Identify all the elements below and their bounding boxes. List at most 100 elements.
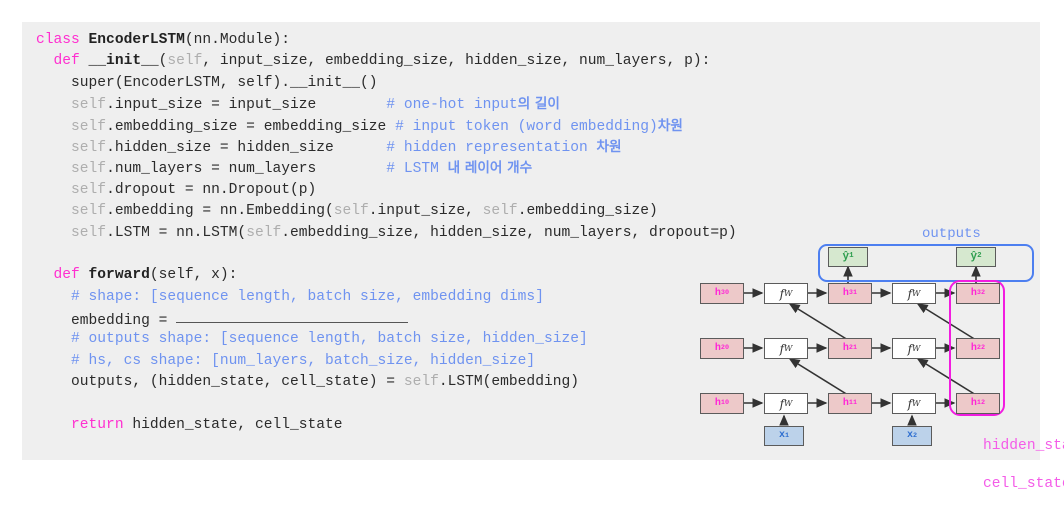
node-sub: 2: [912, 431, 918, 440]
node-label: ŷ: [970, 250, 978, 263]
node-sub: 21: [848, 344, 858, 353]
code-line: super(EncoderLSTM, self).__init__(): [36, 73, 737, 94]
code-token: self: [71, 118, 107, 135]
node-sub: W: [784, 288, 793, 299]
code-token: # hidden representation: [333, 139, 597, 156]
code-line: self.num_layers = num_layers # LSTM 내 레이…: [36, 158, 737, 179]
code-token: self: [482, 203, 518, 220]
code-token: self: [71, 139, 107, 156]
node-sub: 11: [848, 399, 858, 408]
node-h-12: h 12: [956, 393, 1000, 414]
code-blank-field[interactable]: [176, 308, 409, 324]
code-line: self.LSTM = nn.LSTM(self.embedding_size,…: [36, 223, 737, 244]
code-listing[interactable]: class EncoderLSTM(nn.Module): def __init…: [36, 30, 737, 436]
code-token: .embedding_size, hidden_size, num_layers…: [281, 224, 737, 241]
code-token: self: [71, 161, 107, 178]
hidden-state-label: hidden_state cell_state: [948, 418, 1064, 513]
node-fw-1-1: fW: [764, 393, 808, 414]
code-token: self: [71, 181, 107, 198]
node-sub: W: [912, 288, 921, 299]
node-sub: 1: [784, 431, 790, 440]
code-line: return hidden_state, cell_state: [36, 415, 737, 436]
code-token: .input_size,: [368, 203, 483, 220]
code-token: .hidden_size = hidden_size: [106, 139, 334, 156]
code-token: hidden_state, cell_state: [132, 417, 343, 434]
code-token: 차원: [596, 138, 622, 155]
code-line: embedding =: [36, 308, 737, 329]
code-token: self: [71, 97, 107, 114]
node-h-32: h 32: [956, 283, 1000, 304]
code-token: return: [71, 417, 133, 434]
code-token: self: [246, 224, 282, 241]
node-x-2: x2: [892, 426, 932, 446]
code-token: 의 길이: [517, 96, 560, 113]
code-line: self.dropout = nn.Dropout(p): [36, 180, 737, 201]
node-fw-3-1: fW: [764, 283, 808, 304]
code-token: # input token (word embedding): [386, 118, 658, 135]
node-sub: 30: [720, 289, 730, 298]
code-token: .embedding_size): [517, 203, 658, 220]
node-sub: 2: [977, 252, 982, 261]
code-line: [36, 394, 737, 415]
code-token: def: [53, 267, 89, 284]
node-yhat-1: ŷ1: [828, 247, 868, 267]
node-fw-2-2: fW: [892, 338, 936, 359]
node-h-11: h 11: [828, 393, 872, 414]
outputs-label: outputs: [922, 226, 981, 242]
code-token: 내 레이어 개수: [447, 160, 533, 177]
code-token: # outputs shape: [sequence length, batch…: [36, 331, 588, 348]
lstm-diagram: outputs hidden_state cell_state ŷ1 ŷ2 h3…: [690, 226, 1064, 492]
node-sub: 1: [849, 252, 854, 261]
code-token: .LSTM(embedding): [438, 374, 579, 391]
code-token: def: [53, 53, 89, 70]
node-sub: W: [912, 343, 921, 354]
code-line: def __init__(self, input_size, embedding…: [36, 51, 737, 72]
code-token: (nn.Module):: [184, 32, 290, 48]
hidden-state-text: hidden_state: [983, 438, 1064, 454]
code-token: (self, x):: [149, 267, 238, 284]
node-sub: 10: [720, 399, 730, 408]
code-token: .embedding_size = embedding_size: [106, 118, 387, 135]
code-token: self: [71, 224, 107, 241]
node-h-21: h 21: [828, 338, 872, 359]
node-sub: W: [784, 343, 793, 354]
node-sub: W: [784, 398, 793, 409]
code-token: self: [403, 374, 439, 391]
code-line: self.embedding_size = embedding_size # i…: [36, 116, 737, 137]
code-token: .LSTM = nn.LSTM(: [106, 224, 247, 241]
node-h-20: h 20: [700, 338, 744, 359]
node-h-30: h 30: [700, 283, 744, 304]
node-sub: 32: [976, 289, 986, 298]
code-line: self.hidden_size = hidden_size # hidden …: [36, 137, 737, 158]
code-token: , input_size, embedding_size, hidden_siz…: [202, 53, 711, 70]
node-sub: 31: [848, 289, 858, 298]
node-h-10: h 10: [700, 393, 744, 414]
code-line: self.embedding = nn.Embedding(self.input…: [36, 201, 737, 222]
code-token: self: [333, 203, 369, 220]
code-token: embedding =: [36, 313, 177, 330]
node-fw-2-1: fW: [764, 338, 808, 359]
cell-state-text: cell_state: [983, 476, 1064, 492]
code-token: class: [36, 32, 89, 48]
code-token: .input_size = input_size: [106, 97, 317, 114]
code-line: # shape: [sequence length, batch size, e…: [36, 287, 737, 308]
node-sub: 22: [976, 344, 986, 353]
code-line: self.input_size = input_size # one-hot i…: [36, 94, 737, 115]
code-token: .dropout = nn.Dropout(p): [106, 181, 317, 198]
code-token: 차원: [657, 117, 683, 134]
node-h-31: h 31: [828, 283, 872, 304]
code-token: super(EncoderLSTM, self).__init__(): [36, 74, 378, 91]
code-token: # one-hot input: [316, 97, 518, 114]
node-sub: 12: [976, 399, 986, 408]
node-h-22: h 22: [956, 338, 1000, 359]
